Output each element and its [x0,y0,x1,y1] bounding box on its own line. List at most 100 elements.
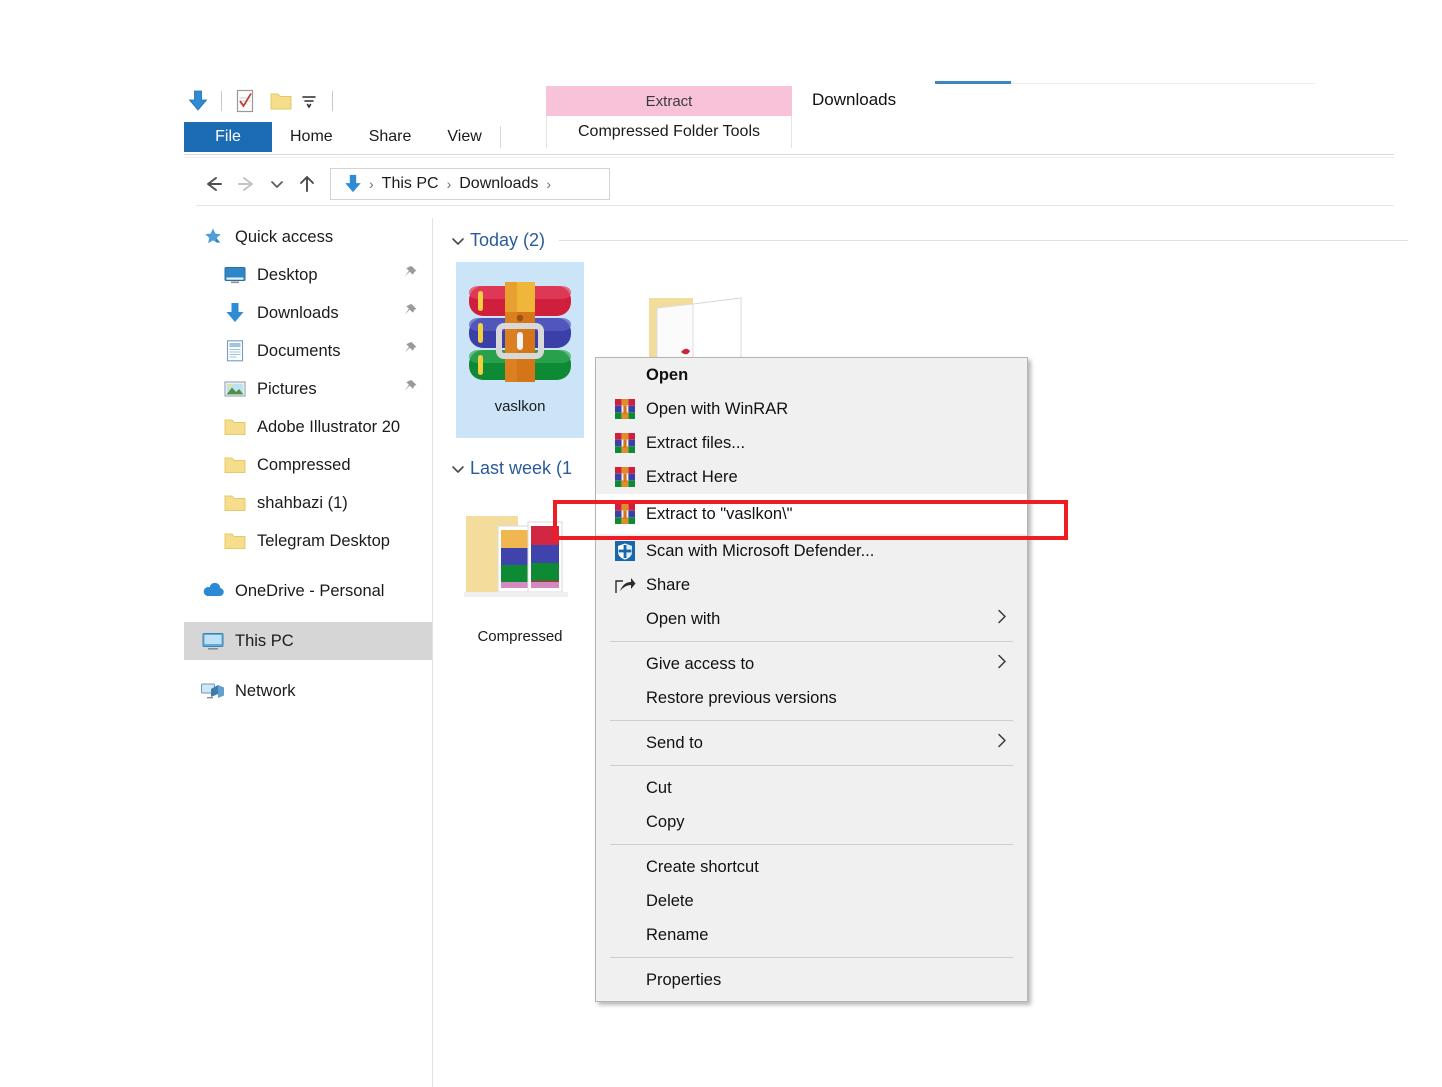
forward-button[interactable] [230,167,264,201]
menu-item-open[interactable]: Open [596,358,1027,392]
sidebar-item-shahbazi-1[interactable]: shahbazi (1) [184,484,432,522]
folder-icon [222,414,248,440]
folder-with-thumbnail-icon [456,492,584,622]
sidebar-item-downloads[interactable]: Downloads [184,294,432,332]
menu-item-delete[interactable]: Delete [596,884,1027,918]
menu-item-restore-previous-versions[interactable]: Restore previous versions [596,681,1027,715]
menu-item-rename[interactable]: Rename [596,918,1027,952]
folder-icon [222,490,248,516]
recent-locations-button[interactable] [264,167,290,201]
downloads-icon[interactable] [184,87,212,115]
documents-icon [222,338,248,364]
menu-item-open-with-winrar[interactable]: Open with WinRAR [596,392,1027,426]
sidebar-item-label: Pictures [257,379,317,398]
sidebar-item-label: Desktop [257,265,318,284]
chevron-right-icon [995,653,1009,676]
sidebar-item-label: Quick access [235,227,334,246]
chevron-down-icon[interactable] [448,234,468,248]
breadcrumb-separator-2[interactable]: › [544,176,553,192]
menu-separator [610,844,1013,845]
file-item-label: Compressed [477,628,563,645]
toolbar-separator-1 [221,91,222,111]
window-title: Downloads [812,90,897,109]
sidebar-item-label: This PC [235,631,294,650]
sidebar-item-adobe-illustrator-20[interactable]: Adobe Illustrator 20 [184,408,432,446]
menu-item-open-with[interactable]: Open with [596,602,1027,636]
breadcrumb-downloads-icon [339,173,367,195]
menu-item-properties[interactable]: Properties [596,963,1027,997]
onedrive-cloud-icon [200,578,226,604]
menu-item-label: Create shortcut [646,857,759,876]
file-item-label: vaslkon [494,398,546,415]
sidebar-gap-3 [184,660,432,672]
desktop-icon [222,262,248,288]
ribbon-tabstrip: File Home Share View [184,122,501,152]
share-icon [610,572,640,598]
tab-file[interactable]: File [184,122,272,152]
chevron-right-icon [995,732,1009,755]
menu-item-label: Cut [646,778,672,797]
menu-item-label: Scan with Microsoft Defender... [646,541,875,560]
tab-home[interactable]: Home [272,122,351,152]
chevron-down-icon[interactable] [448,462,468,476]
breadcrumb-item-this-pc[interactable]: This PC [376,175,445,193]
defender-shield-icon [610,538,640,564]
sidebar-item-desktop[interactable]: Desktop [184,256,432,294]
sidebar-item-label: Network [235,681,296,700]
file-item-vaslkon[interactable]: vaslkon [456,262,584,438]
menu-item-label: Open [646,365,689,384]
new-folder-icon[interactable] [267,87,295,115]
sidebar-gap-2 [184,610,432,622]
tab-view[interactable]: View [429,122,499,152]
toolbar-separator-2 [332,91,333,111]
back-button[interactable] [196,167,230,201]
menu-item-label: Send to [646,733,703,752]
sidebar-item-network[interactable]: Network [184,672,432,710]
pin-icon[interactable] [402,341,418,362]
menu-item-create-shortcut[interactable]: Create shortcut [596,850,1027,884]
downloads-icon [222,300,248,326]
up-button[interactable] [290,167,324,201]
menu-item-extract-here[interactable]: Extract Here [596,460,1027,494]
ribbon-bottom-border [184,154,1394,155]
breadcrumb-separator-0: › [369,176,374,192]
sidebar-item-documents[interactable]: Documents [184,332,432,370]
menu-item-label: Copy [646,812,685,831]
winrar-icon [610,396,640,422]
breadcrumb-item-downloads[interactable]: Downloads [453,175,544,193]
tab-share[interactable]: Share [351,122,430,152]
file-item-compressed[interactable]: Compressed [456,492,584,668]
menu-item-send-to[interactable]: Send to [596,726,1027,760]
menu-item-extract-to-folder[interactable]: Extract to "vaslkon\" [596,494,1027,534]
pin-icon[interactable] [402,303,418,324]
menu-item-give-access-to[interactable]: Give access to [596,647,1027,681]
menu-item-cut[interactable]: Cut [596,771,1027,805]
sidebar-item-compressed[interactable]: Compressed [184,446,432,484]
group-header-today[interactable]: Today (2) [448,230,1408,251]
sidebar-item-onedrive-personal[interactable]: OneDrive - Personal [184,572,432,610]
breadcrumb[interactable]: › This PC › Downloads › [330,168,610,200]
group-header-last-week[interactable]: Last week (1 [448,458,588,479]
menu-item-scan-with-defender[interactable]: Scan with Microsoft Defender... [596,534,1027,568]
menu-item-share[interactable]: Share [596,568,1027,602]
sidebar-item-this-pc[interactable]: This PC [184,622,432,660]
menu-item-label: Give access to [646,654,755,673]
menu-item-label: Properties [646,970,722,989]
pin-icon[interactable] [402,379,418,400]
sidebar-item-label: shahbazi (1) [257,493,348,512]
menu-item-label: Open with [646,609,721,628]
menu-item-label: Extract Here [646,467,738,486]
menu-item-extract-files[interactable]: Extract files... [596,426,1027,460]
tab-compressed-folder-tools[interactable]: Compressed Folder Tools [546,116,792,148]
sidebar-item-label: Telegram Desktop [257,531,390,550]
sidebar-item-telegram-desktop[interactable]: Telegram Desktop [184,522,432,560]
properties-icon[interactable] [231,87,259,115]
pin-icon[interactable] [402,265,418,286]
winrar-archive-icon [456,262,584,392]
menu-item-copy[interactable]: Copy [596,805,1027,839]
sidebar-item-label: Compressed [257,455,351,474]
sidebar-item-pictures[interactable]: Pictures [184,370,432,408]
sidebar-item-label: Downloads [257,303,339,322]
sidebar-item-quick-access[interactable]: Quick access [184,218,432,256]
customize-dropdown-icon[interactable] [295,87,323,115]
